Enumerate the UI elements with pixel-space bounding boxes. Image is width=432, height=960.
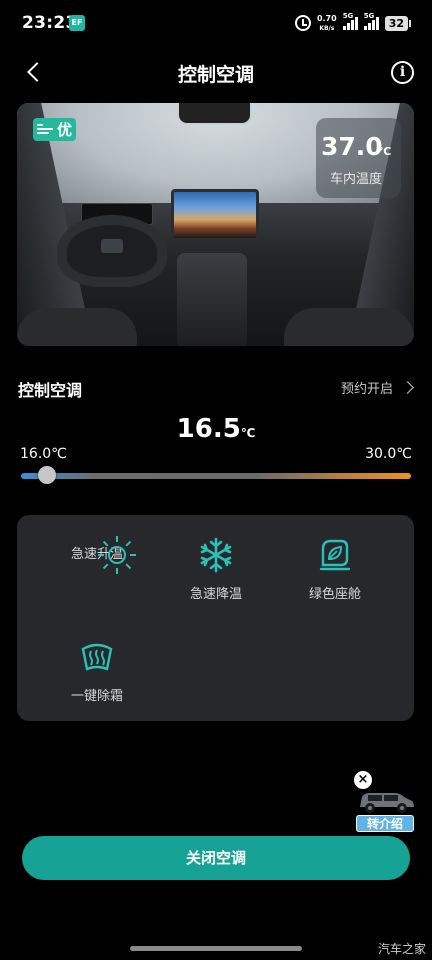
mode-green-cabin[interactable]: 绿色座舱 [275, 535, 395, 602]
set-temp-value: 16.5 [176, 414, 241, 444]
battery-icon: 32 [384, 15, 412, 31]
network-speed: 0.70 KB/s [317, 14, 337, 33]
range-max-label: 30.0℃ [365, 446, 412, 462]
cabin-temp-value: 37.0 [321, 132, 383, 161]
app-notification-icon: EF [69, 15, 85, 31]
status-right-group: 0.70 KB/s 5G 5G 32 [294, 12, 412, 33]
info-button[interactable]: i [391, 61, 414, 84]
temperature-slider[interactable] [21, 473, 411, 479]
mode-panel: 急速升温 急速降温 绿色座舱 一键除霜 [17, 515, 414, 721]
signal-icon-2: 5G [363, 12, 379, 30]
temperature-slider-thumb[interactable] [38, 466, 57, 484]
promo-label: 转介绍 [356, 815, 414, 832]
network-speed-value: 0.70 [316, 13, 337, 23]
green-cabin-icon [319, 539, 351, 571]
air-quality-label: 优 [56, 121, 72, 139]
rearview-mirror [177, 103, 252, 125]
mode-label: 绿色座舱 [308, 587, 361, 602]
set-temperature: 16.5℃ [0, 414, 432, 444]
snowflake-icon [200, 537, 232, 573]
header: 控制空调 i [0, 50, 432, 96]
schedule-label: 预约开启 [340, 382, 393, 397]
section-title: 控制空调 [18, 381, 83, 400]
seat-left [17, 308, 137, 346]
mode-rapid-cool[interactable]: 急速降温 [156, 535, 276, 602]
defrost-icon [81, 643, 113, 671]
cabin-temp-card: 37.0 ℃ 车内温度 [316, 118, 401, 198]
signal-label-2: 5G [363, 12, 375, 20]
chevron-right-icon [401, 381, 414, 394]
center-screen [171, 189, 259, 241]
watermark: 汽车之家 [377, 942, 426, 956]
schedule-link[interactable]: 预约开启 [340, 378, 414, 397]
network-speed-unit: KB/s [319, 24, 335, 32]
air-quality-badge: 优 [33, 118, 76, 141]
close-icon[interactable]: × [354, 771, 372, 789]
cabin-temp-unit: ℃ [378, 145, 392, 158]
close-ac-button[interactable]: 关闭空调 [22, 836, 410, 880]
referral-promo[interactable]: × 转介绍 [354, 771, 424, 833]
mode-defrost[interactable]: 一键除霜 [37, 637, 157, 704]
center-console [177, 253, 247, 346]
page-title: 控制空调 [177, 64, 254, 86]
seat-right [284, 308, 414, 346]
status-bar: 23:23 EF 0.70 KB/s 5G 5G 32 [0, 0, 432, 46]
range-min-label: 16.0℃ [20, 446, 67, 462]
mode-label: 一键除霜 [70, 689, 123, 704]
home-indicator[interactable] [130, 946, 302, 951]
alarm-icon [294, 15, 311, 31]
car-interior-image: 优 37.0 ℃ 车内温度 [17, 103, 414, 346]
car-thumbnail [360, 793, 414, 813]
signal-label: 5G [342, 12, 354, 20]
set-temp-unit: ℃ [240, 426, 256, 440]
cabin-temp-label: 车内温度 [330, 172, 383, 187]
air-quality-icon [37, 122, 53, 136]
signal-icon: 5G [342, 12, 358, 30]
steering-wheel [57, 215, 167, 287]
mode-label: 急速升温 [70, 547, 123, 562]
mode-rapid-heat[interactable]: 急速升温 [37, 535, 157, 574]
mode-label: 急速降温 [189, 587, 242, 602]
